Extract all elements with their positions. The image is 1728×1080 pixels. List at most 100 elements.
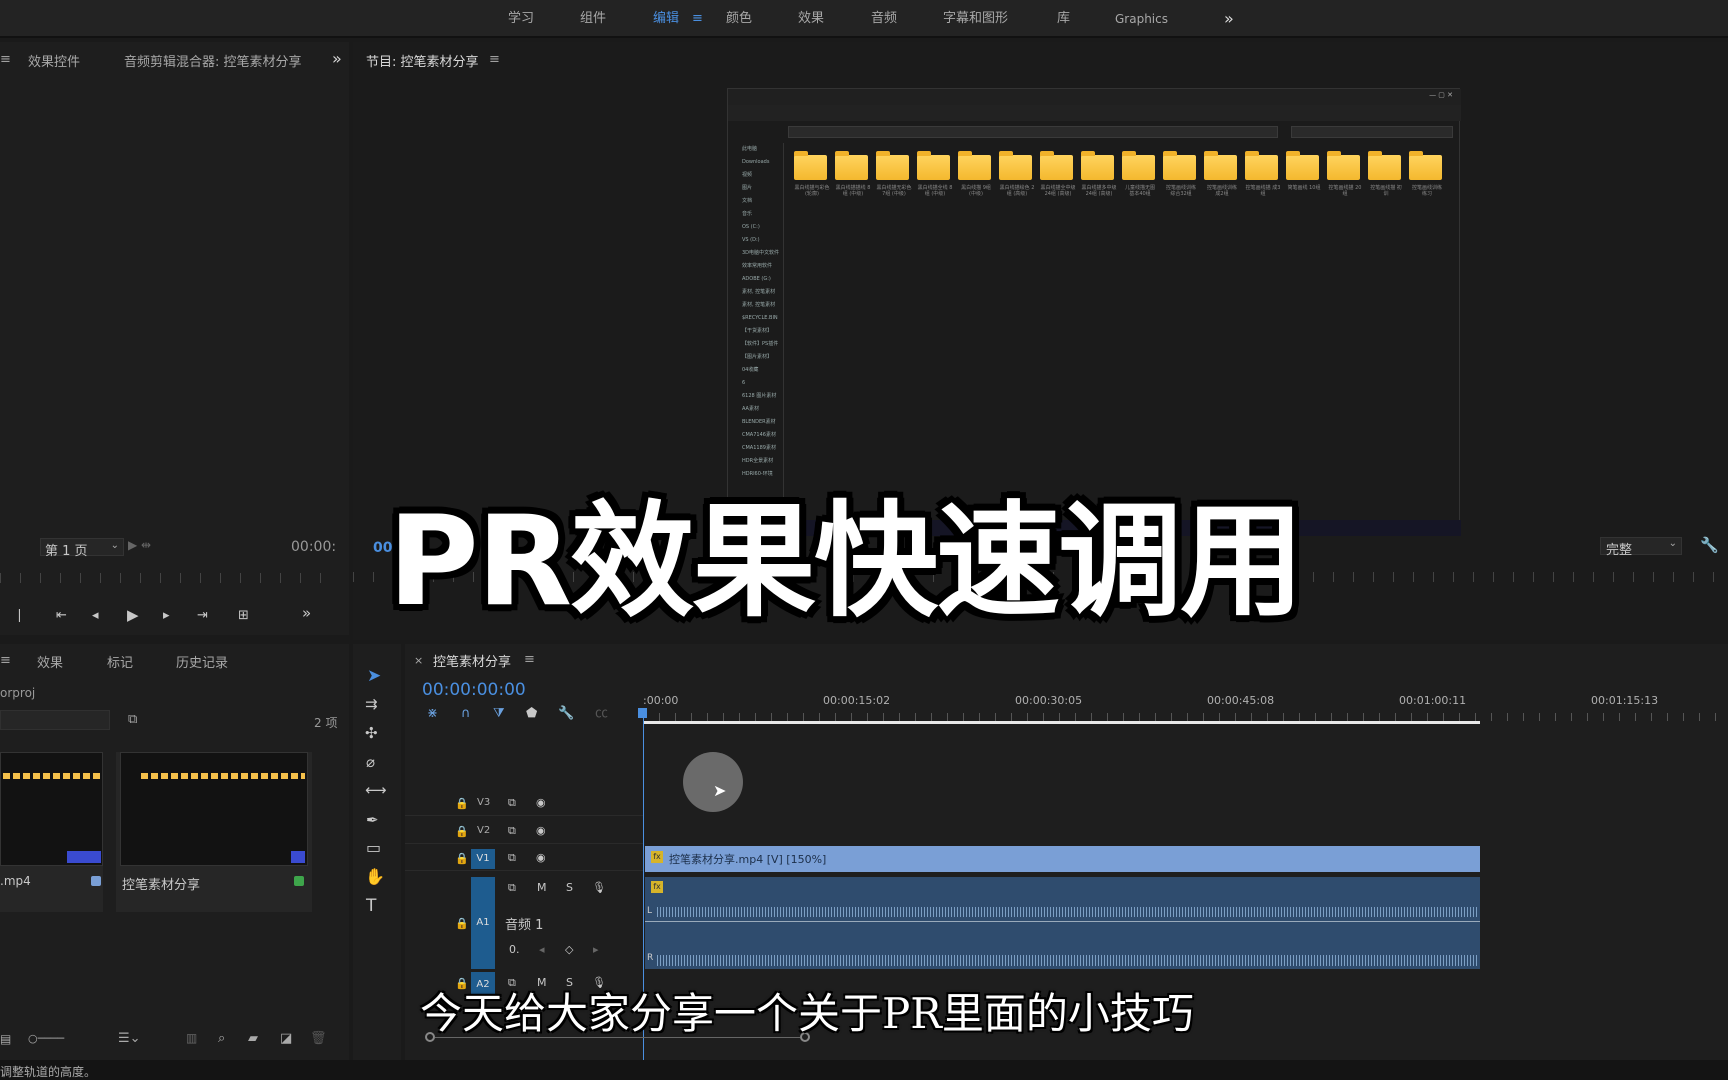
folder-item: 黑白线描多中级 24组 (高级) bbox=[1081, 151, 1117, 197]
workspace-audio[interactable]: 音频 bbox=[871, 0, 897, 38]
new-item-icon[interactable]: ◪ bbox=[280, 1031, 292, 1046]
folder-item: 黑白线描描线 8组 (中级) bbox=[835, 151, 871, 197]
workspace-assembly[interactable]: 组件 bbox=[580, 0, 606, 38]
workspace-editing[interactable]: 编辑 bbox=[653, 0, 679, 38]
insert-icon[interactable]: ⊞ bbox=[238, 608, 249, 624]
volume-value[interactable]: 0. bbox=[509, 943, 520, 956]
type-tool-icon[interactable]: T bbox=[366, 898, 376, 915]
more-controls-icon[interactable]: » bbox=[302, 605, 311, 621]
close-tab-icon[interactable]: × bbox=[414, 654, 423, 667]
tab-markers[interactable]: 标记 bbox=[107, 652, 133, 671]
fit-select-label: 完整 bbox=[1606, 543, 1633, 558]
trash-icon[interactable]: 🗑 bbox=[310, 1031, 327, 1046]
automate-icon[interactable]: ▥ bbox=[186, 1031, 197, 1045]
audio-clip[interactable]: fx L R bbox=[645, 877, 1480, 969]
track-label[interactable]: V2 bbox=[477, 825, 490, 836]
more-workspaces-icon[interactable]: » bbox=[1224, 0, 1234, 38]
panel-more-icon[interactable]: » bbox=[332, 49, 342, 68]
track-label[interactable]: A1 bbox=[471, 877, 495, 969]
folder-icon bbox=[1286, 151, 1319, 180]
razor-tool-icon[interactable]: ⌀ bbox=[366, 754, 375, 770]
rectangle-tool-icon[interactable]: ▭ bbox=[366, 840, 381, 856]
workspace-libraries[interactable]: 库 bbox=[1057, 0, 1070, 38]
slip-tool-icon[interactable]: ⟷ bbox=[365, 782, 387, 798]
list-view-icon[interactable]: ▤ bbox=[0, 1032, 11, 1046]
sequence-menu-icon[interactable]: ≡ bbox=[524, 652, 535, 667]
waveform-left bbox=[657, 907, 1477, 917]
tab-effect-controls[interactable]: 效果控件 bbox=[28, 51, 80, 70]
workspace-effects[interactable]: 效果 bbox=[798, 0, 824, 38]
folder-icon bbox=[876, 151, 909, 180]
fit-select[interactable]: 完整 ⌄ bbox=[1600, 537, 1682, 558]
mute-icon[interactable]: M bbox=[537, 881, 547, 894]
workspace-captions[interactable]: 字幕和图形 bbox=[943, 0, 1008, 38]
lock-icon[interactable]: 🔒 bbox=[455, 797, 469, 810]
lock-icon[interactable]: 🔒 bbox=[455, 825, 469, 838]
sync-lock-icon[interactable]: ⧉ bbox=[508, 824, 516, 838]
step-forward-icon[interactable]: ▸ bbox=[163, 608, 170, 624]
sequence-tab[interactable]: 控笔素材分享 bbox=[433, 651, 511, 670]
eye-icon[interactable]: ◉ bbox=[536, 796, 546, 809]
lock-icon[interactable]: 🔒 bbox=[455, 917, 469, 930]
eye-icon[interactable]: ◉ bbox=[536, 851, 546, 864]
next-keyframe-icon[interactable]: ▸ bbox=[593, 943, 599, 956]
workspace-graphics[interactable]: Graphics bbox=[1115, 0, 1168, 38]
folder-label: 黑白线描无彩色 7组 (中级) bbox=[876, 185, 912, 197]
folder-icon bbox=[1081, 151, 1114, 180]
captions-icon[interactable]: ㏄ bbox=[595, 706, 608, 722]
playhead-handle[interactable] bbox=[638, 708, 647, 718]
page-select[interactable]: 第 1 页 ⌄ bbox=[40, 538, 124, 559]
sort-icon[interactable]: ☰⌄ bbox=[118, 1031, 141, 1046]
keyframe-icon[interactable]: ◇ bbox=[565, 943, 573, 956]
wrench-icon[interactable]: 🔧 bbox=[1700, 536, 1719, 554]
selection-tool-icon[interactable]: ➤ bbox=[367, 666, 381, 686]
zoom-slider-icon[interactable]: ○──── bbox=[28, 1032, 64, 1045]
linked-selection-icon[interactable]: ⧩ bbox=[493, 706, 505, 722]
add-marker-icon[interactable]: ⬟ bbox=[526, 706, 537, 722]
panel-menu-icon[interactable]: ≡ bbox=[0, 52, 11, 67]
go-to-in-icon[interactable]: ⇤ bbox=[56, 608, 67, 624]
workspace-color[interactable]: 颜色 bbox=[726, 0, 752, 38]
find-icon[interactable]: ⌕ bbox=[218, 1031, 225, 1046]
work-area-bar[interactable] bbox=[643, 721, 1480, 724]
workspace-menu-icon[interactable]: ≡ bbox=[692, 0, 703, 38]
nav-item: VS (D:) bbox=[742, 237, 760, 243]
sync-lock-icon[interactable]: ⧉ bbox=[508, 851, 516, 865]
eye-icon[interactable]: ◉ bbox=[536, 824, 546, 837]
program-menu-icon[interactable]: ≡ bbox=[489, 52, 500, 67]
lock-icon[interactable]: 🔒 bbox=[455, 852, 469, 865]
tab-audio-clip-mixer[interactable]: 音频剪辑混合器: 控笔素材分享 bbox=[124, 51, 302, 70]
step-back-icon[interactable]: ◂ bbox=[92, 608, 99, 624]
video-clip[interactable]: fx 控笔素材分享.mp4 [V] [150%] bbox=[645, 846, 1480, 872]
microphone-icon[interactable]: 🎙 bbox=[592, 881, 606, 894]
pen-tool-icon[interactable]: ✒ bbox=[366, 812, 379, 828]
previous-keyframe-icon[interactable]: ◂ bbox=[539, 943, 545, 956]
play-icon[interactable]: ▶ bbox=[127, 607, 139, 623]
tab-effects[interactable]: 效果 bbox=[37, 652, 63, 671]
mark-out-icon[interactable]: ❘ bbox=[14, 608, 25, 624]
project-item-1[interactable]: .mp4 bbox=[0, 752, 103, 912]
ripple-edit-tool-icon[interactable]: ✣ bbox=[365, 725, 378, 741]
solo-icon[interactable]: S bbox=[566, 881, 573, 894]
step-icon[interactable]: ▶ ⇹ bbox=[128, 538, 151, 552]
sync-lock-icon[interactable]: ⧉ bbox=[508, 796, 516, 810]
track-a1-header: 🔒 A1 ⧉ M S 🎙 音频 1 0. ◂ ◇ ▸ bbox=[405, 877, 643, 969]
tab-history[interactable]: 历史记录 bbox=[176, 652, 228, 671]
snap-icon[interactable]: ∩ bbox=[461, 706, 471, 722]
project-search-input[interactable] bbox=[0, 710, 110, 730]
track-label[interactable]: V3 bbox=[477, 797, 490, 808]
hand-tool-icon[interactable]: ✋ bbox=[365, 869, 385, 885]
nav-item: CMA7146素材 bbox=[742, 432, 776, 438]
track-select-tool-icon[interactable]: ⇉ bbox=[365, 696, 378, 712]
new-bin-icon[interactable]: ⧉ bbox=[128, 712, 137, 727]
sync-lock-icon[interactable]: ⧉ bbox=[508, 881, 516, 895]
timeline-settings-icon[interactable]: 🔧 bbox=[558, 706, 574, 722]
go-to-out-icon[interactable]: ⇥ bbox=[197, 608, 208, 624]
project-menu-icon[interactable]: ≡ bbox=[0, 653, 11, 668]
project-item-2[interactable]: 控笔素材分享 bbox=[116, 752, 312, 912]
nest-icon[interactable]: ⋇ bbox=[427, 706, 438, 722]
new-bin-icon[interactable]: ▰ bbox=[248, 1031, 258, 1046]
track-label[interactable]: V1 bbox=[471, 849, 495, 869]
workspace-learn[interactable]: 学习 bbox=[508, 0, 534, 38]
timeline-timecode[interactable]: 00:00:00:00 bbox=[422, 680, 526, 700]
